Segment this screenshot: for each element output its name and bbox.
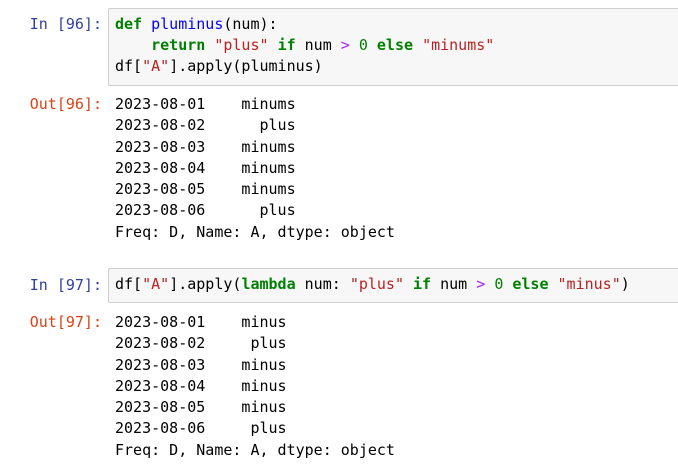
code-token: ) (620, 275, 630, 293)
code-token: if (277, 36, 296, 54)
output-line: 2023-08-02 plus (115, 334, 287, 353)
output-line: 2023-08-03 minus (115, 355, 287, 374)
output-line: 2023-08-02 plus (115, 116, 296, 135)
code-token: (num): (223, 15, 278, 33)
output-line: Freq: D, Name: A, dtype: object (115, 440, 395, 459)
code-editor[interactable]: def pluminus(num): return "plus" if num … (115, 14, 678, 77)
output-line: 2023-08-05 minums (115, 180, 296, 199)
code-token: num (295, 36, 341, 54)
code-token: ].apply(pluminus) (169, 57, 323, 75)
code-line: df["A"].apply(pluminus) (115, 56, 678, 77)
code-token: 0 (494, 275, 504, 293)
code-token: else (512, 275, 549, 293)
cell-output: 2023-08-01 minus 2023-08-02 plus 2023-08-0… (115, 312, 675, 461)
output-line: 2023-08-04 minums (115, 158, 296, 177)
input-prompt: In [96]: (29, 15, 102, 33)
code-input-cell[interactable]: def pluminus(num): return "plus" if num … (108, 8, 678, 86)
code-token: > (476, 275, 486, 293)
code-token: "A" (142, 275, 170, 293)
code-line: def pluminus(num): (115, 14, 678, 35)
code-token: else (376, 36, 414, 54)
output-line: 2023-08-05 minus (115, 398, 287, 417)
code-token: "minums" (422, 36, 495, 54)
code-token: df[ (115, 275, 143, 293)
code-token: "plus" (349, 275, 404, 293)
output-prompt: Out[97]: (29, 313, 102, 331)
output-line: 2023-08-06 plus (115, 201, 296, 220)
output-line: 2023-08-04 minus (115, 376, 287, 395)
code-input-cell[interactable]: df["A"].apply(lambda num: "plus" if num … (108, 268, 678, 303)
code-token: lambda (241, 275, 296, 293)
code-line: return "plus" if num > 0 else "minums" (115, 35, 678, 56)
code-token: df[ (115, 57, 143, 75)
code-token: > (340, 36, 350, 54)
code-token: num: (295, 275, 350, 293)
code-token: "A" (142, 57, 170, 75)
output-line: 2023-08-06 plus (115, 419, 287, 438)
code-token: ].apply( (169, 275, 242, 293)
code-token: pluminus (151, 15, 224, 33)
code-token: return (151, 36, 206, 54)
code-line: df["A"].apply(lambda num: "plus" if num … (115, 274, 678, 295)
output-line: 2023-08-03 minums (115, 137, 296, 156)
output-line: Freq: D, Name: A, dtype: object (115, 222, 395, 241)
code-token: num (431, 275, 477, 293)
cell-output: 2023-08-01 minums 2023-08-02 plus 2023-08-… (115, 94, 675, 243)
input-prompt: In [97]: (29, 276, 102, 294)
output-line: 2023-08-01 minus (115, 313, 287, 331)
code-token: 0 (358, 36, 368, 54)
code-token: "minus" (557, 275, 621, 293)
code-token: "plus" (214, 36, 269, 54)
code-editor[interactable]: df["A"].apply(lambda num: "plus" if num … (115, 274, 678, 295)
code-token: if (413, 275, 432, 293)
code-token: def (115, 15, 143, 33)
output-line: 2023-08-01 minums (115, 95, 296, 113)
output-prompt: Out[96]: (29, 95, 102, 113)
